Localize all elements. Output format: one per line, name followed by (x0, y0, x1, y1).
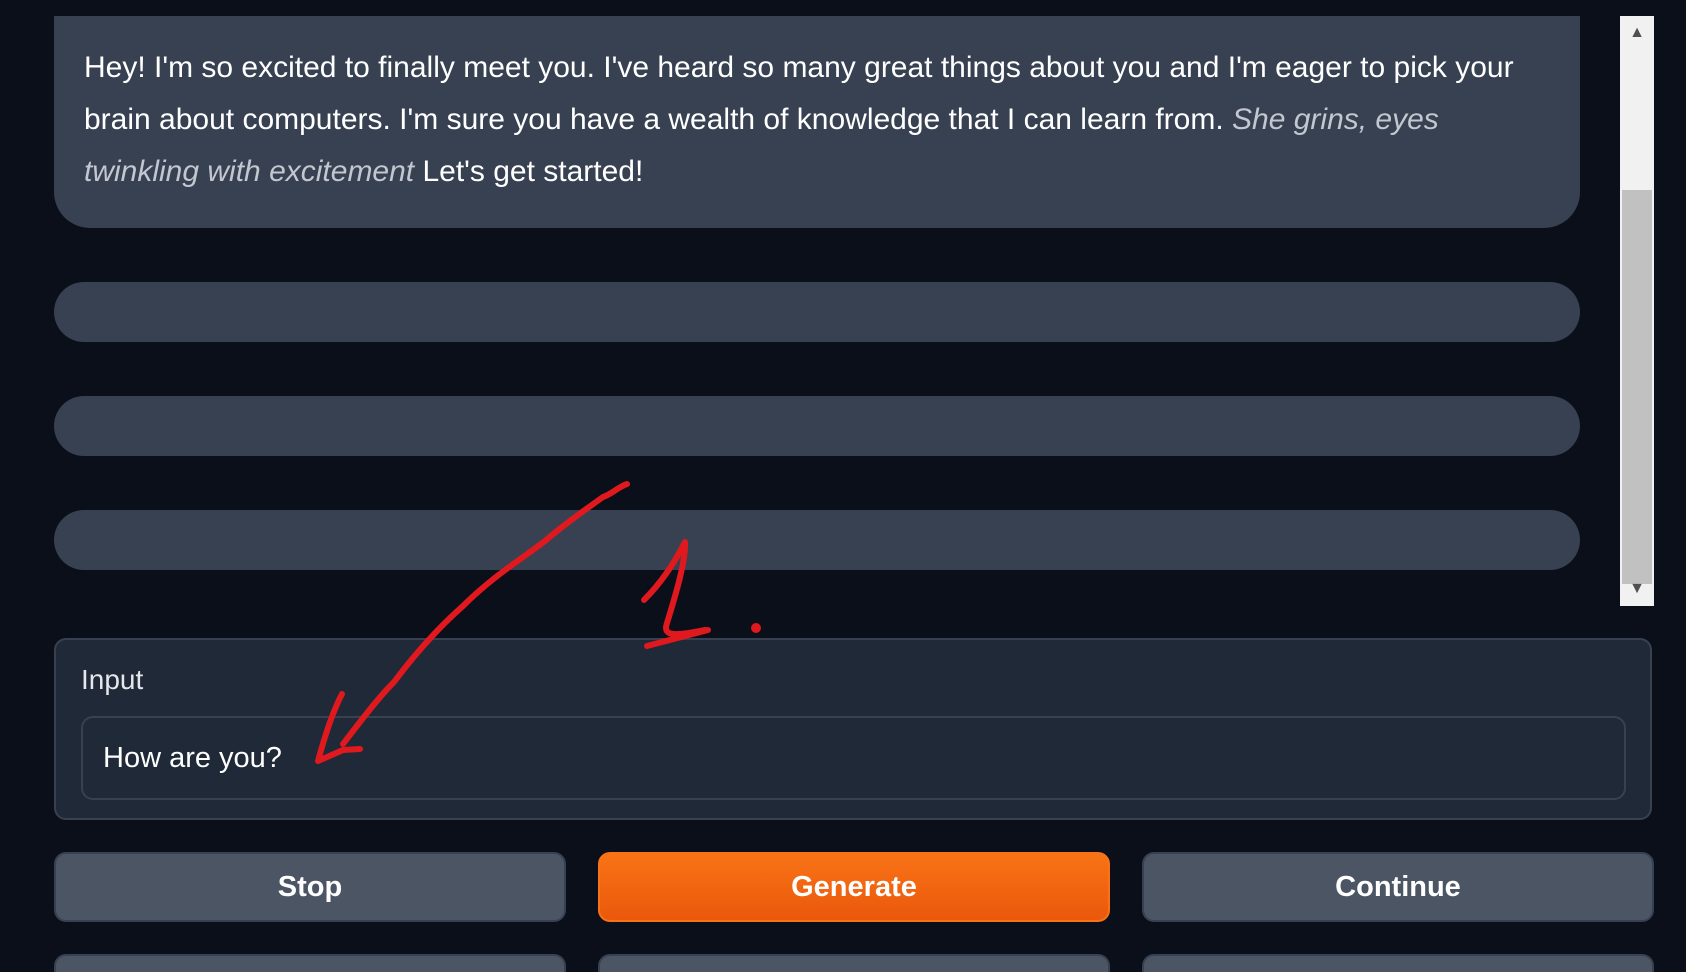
scrollbar-thumb[interactable] (1622, 190, 1652, 584)
input-panel: Input (54, 638, 1652, 820)
annotation-period (751, 623, 761, 633)
chat-input[interactable] (81, 716, 1626, 800)
message-text-after: Let's get started! (414, 155, 644, 188)
input-label: Input (81, 664, 144, 695)
message-placeholder (54, 396, 1580, 456)
secondary-button[interactable] (1142, 954, 1654, 972)
message-placeholder (54, 282, 1580, 342)
generate-button[interactable]: Generate (598, 852, 1110, 922)
secondary-button[interactable] (54, 954, 566, 972)
continue-button[interactable]: Continue (1142, 852, 1654, 922)
chat-app: Hey! I'm so excited to finally meet you.… (0, 0, 1686, 972)
secondary-button[interactable] (598, 954, 1110, 972)
chat-history: Hey! I'm so excited to finally meet you.… (54, 0, 1580, 606)
bot-message: Hey! I'm so excited to finally meet you.… (54, 16, 1580, 228)
chat-scrollbar[interactable]: ▲ ▼ (1620, 16, 1654, 606)
stop-button[interactable]: Stop (54, 852, 566, 922)
scroll-up-arrow-icon[interactable]: ▲ (1620, 16, 1654, 50)
message-placeholder (54, 510, 1580, 570)
scroll-down-arrow-icon[interactable]: ▼ (1620, 572, 1654, 606)
